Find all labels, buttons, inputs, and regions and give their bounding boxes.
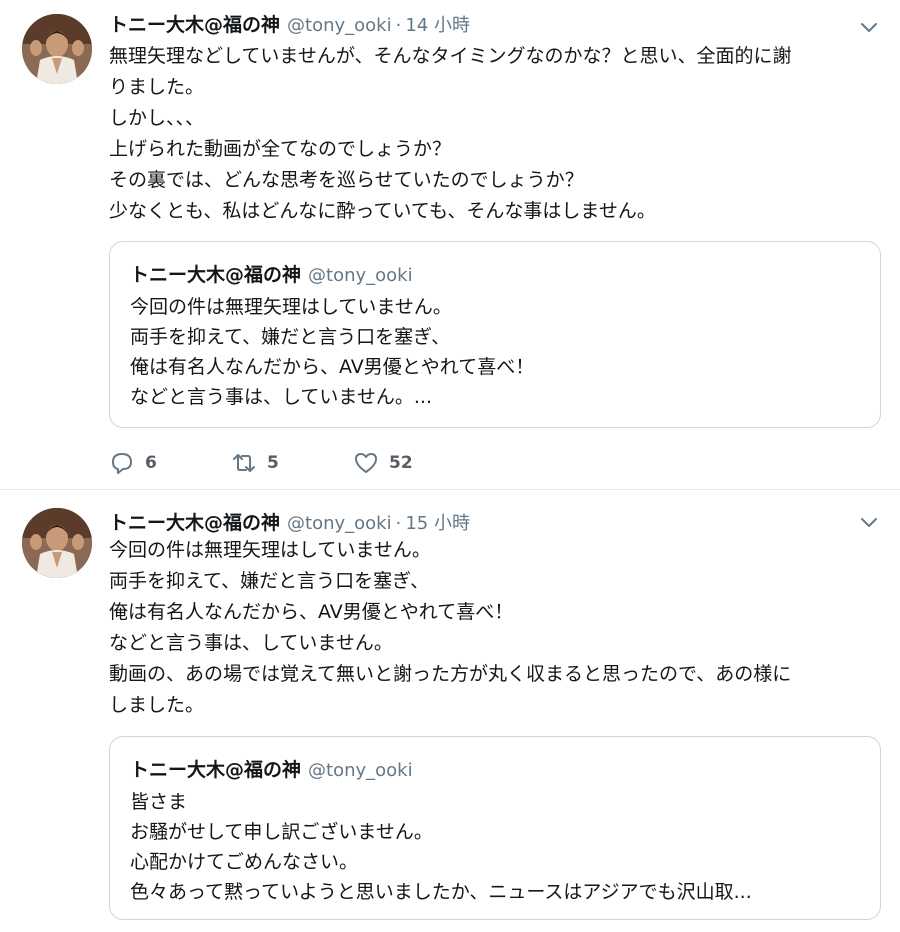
author-name[interactable]: トニー大木@福の神: [109, 10, 280, 37]
quoted-tweet[interactable]: トニー大木@福の神 @tony_ooki 皆さま お騒がせして申し訳ございません…: [109, 736, 881, 920]
reply-count: 6: [145, 453, 157, 473]
tweet-text-line: 上げられた動画が全てなのでしょうか？: [109, 138, 452, 160]
tweet-header: トニー大木@福の神 @tony_ooki · 15 小時: [109, 508, 470, 534]
tweet-2[interactable]: トニー大木@福の神 @tony_ooki · 15 小時 今回の件は無理矢理はし…: [0, 491, 900, 932]
quoted-author-handle: @tony_ooki: [308, 265, 413, 286]
reply-button[interactable]: 6: [109, 450, 231, 476]
quoted-author-name: トニー大木@福の神: [130, 264, 302, 286]
quoted-text-line: お騒がせして申し訳ございません。: [130, 821, 433, 843]
quoted-author-handle: @tony_ooki: [308, 760, 413, 781]
retweet-count: 5: [267, 453, 279, 473]
quoted-text-line: などと言う事は、していません。...: [130, 386, 432, 408]
tweet-divider: [0, 489, 900, 490]
heart-icon: [355, 453, 377, 473]
avatar[interactable]: [22, 14, 92, 84]
author-handle[interactable]: @tony_ooki: [287, 15, 392, 36]
timestamp[interactable]: 14 小時: [405, 11, 470, 37]
tweet-text-line: 無理矢理などしていませんが、そんなタイミングなのかな？と思い、全面的に謝: [109, 45, 792, 67]
quoted-tweet[interactable]: トニー大木@福の神 @tony_ooki 今回の件は無理矢理はしていません。 両…: [109, 241, 881, 428]
tweet-text: 無理矢理などしていませんが、そんなタイミングなのかな？と思い、全面的に謝 りまし…: [109, 41, 884, 227]
avatar-photo: [22, 508, 92, 578]
retweet-icon: [233, 454, 255, 472]
quoted-text-line: 両手を抑えて、嫌だと言う口を塞ぎ、: [130, 326, 451, 348]
tweet-text-line: その裏では、どんな思考を巡らせていたのでしょうか？: [109, 169, 584, 191]
like-button[interactable]: 52: [353, 450, 453, 476]
tweet-text-line: などと言う事は、していません。: [109, 632, 393, 654]
tweet-text-line: りました。: [109, 76, 205, 98]
quoted-tweet-text: 皆さま お騒がせして申し訳ございません。 心配かけてごめんなさい。 色々あって黙…: [130, 787, 870, 907]
tweet-text: 今回の件は無理矢理はしていません。 両手を抑えて、嫌だと言う口を塞ぎ、 俺は有名…: [109, 535, 884, 721]
reply-icon: [112, 453, 132, 474]
like-count: 52: [389, 453, 413, 473]
tweet-header: トニー大木@福の神 @tony_ooki · 14 小時: [109, 10, 470, 36]
tweet-text-line: しかし、、、: [109, 107, 205, 129]
quoted-tweet-header: トニー大木@福の神 @tony_ooki: [130, 260, 413, 287]
retweet-button[interactable]: 5: [231, 450, 353, 476]
quoted-text-line: 色々あって黙っていようと思いましたか、ニュースはアジアでも沢山取...: [130, 881, 752, 903]
tweet-text-line: しました。: [109, 694, 205, 716]
chevron-down-icon[interactable]: [860, 513, 878, 531]
quoted-text-line: 今回の件は無理矢理はしていません。: [130, 296, 452, 318]
quoted-tweet-text: 今回の件は無理矢理はしていません。 両手を抑えて、嫌だと言う口を塞ぎ、 俺は有名…: [130, 292, 870, 412]
author-handle[interactable]: @tony_ooki: [287, 513, 392, 534]
quoted-text-line: 俺は有名人なんだから、AV男優とやれて喜べ！: [130, 356, 535, 378]
avatar[interactable]: [22, 508, 92, 578]
avatar-photo: [22, 14, 92, 84]
tweet-text-line: 少なくとも、私はどんなに酔っていても、そんな事はしません。: [109, 200, 656, 222]
quoted-text-line: 皆さま: [130, 791, 188, 813]
chevron-down-icon[interactable]: [860, 18, 878, 36]
separator: ·: [395, 15, 402, 36]
tweet-text-line: 俺は有名人なんだから、AV男優とやれて喜べ！: [109, 601, 514, 623]
quoted-tweet-header: トニー大木@福の神 @tony_ooki: [130, 755, 413, 782]
tweet-actions: 6 5 52: [109, 448, 453, 478]
tweet-text-line: 両手を抑えて、嫌だと言う口を塞ぎ、: [109, 570, 430, 592]
author-name[interactable]: トニー大木@福の神: [109, 508, 280, 535]
quoted-text-line: 心配かけてごめんなさい。: [130, 851, 359, 873]
quoted-author-name: トニー大木@福の神: [130, 759, 302, 781]
timestamp[interactable]: 15 小時: [405, 509, 470, 535]
tweet-1[interactable]: トニー大木@福の神 @tony_ooki · 14 小時 無理矢理などしていませ…: [0, 0, 900, 490]
tweet-text-line: 動画の、あの場では覚えて無いと謝った方が丸く収まると思ったので、あの様に: [109, 663, 792, 685]
separator: ·: [395, 513, 402, 534]
tweet-text-line: 今回の件は無理矢理はしていません。: [109, 539, 431, 561]
